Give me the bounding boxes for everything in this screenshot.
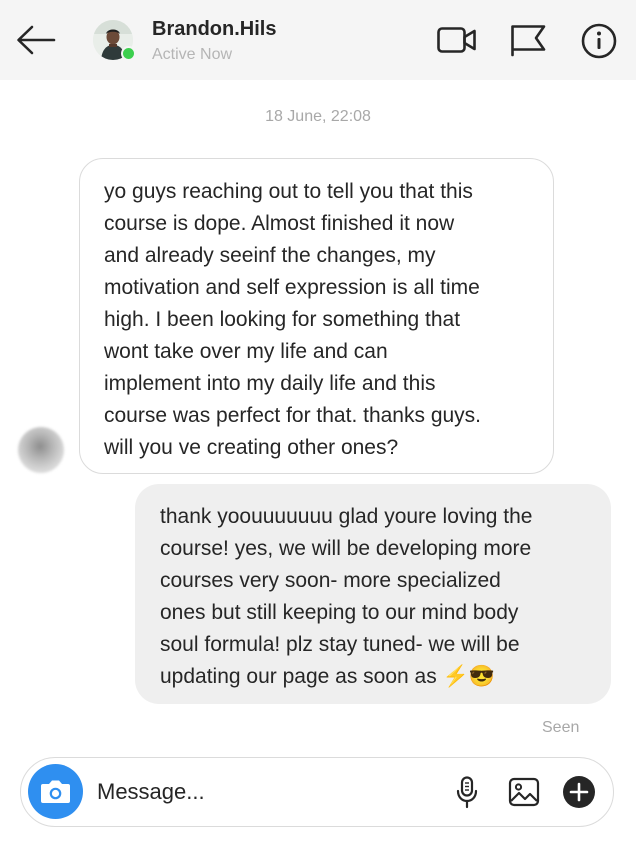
image-icon xyxy=(508,777,540,807)
contact-username[interactable]: Brandon.Hils xyxy=(152,18,276,41)
message-composer xyxy=(20,757,614,827)
back-button[interactable] xyxy=(14,22,58,58)
sender-avatar[interactable] xyxy=(18,427,64,473)
camera-icon xyxy=(41,780,70,803)
attach-image-button[interactable] xyxy=(506,774,542,810)
outgoing-message-text: thank yoouuuuuuu glad youre loving the c… xyxy=(160,505,533,688)
contact-avatar[interactable] xyxy=(93,20,136,61)
add-icon xyxy=(563,776,595,808)
microphone-icon xyxy=(456,776,478,809)
info-button[interactable] xyxy=(580,20,622,60)
seen-indicator: Seen xyxy=(542,719,580,736)
incoming-message-text: yo guys reaching out to tell you that th… xyxy=(104,180,482,459)
back-arrow-icon xyxy=(17,25,56,55)
camera-button[interactable] xyxy=(28,764,83,819)
report-button[interactable] xyxy=(508,20,550,60)
voice-message-button[interactable] xyxy=(449,774,485,810)
outgoing-message-bubble[interactable]: thank yoouuuuuuu glad youre loving the c… xyxy=(135,484,611,704)
incoming-message-bubble[interactable]: yo guys reaching out to tell you that th… xyxy=(79,158,554,474)
contact-active-status: Active Now xyxy=(152,46,233,63)
chat-header: Brandon.Hils Active Now xyxy=(0,0,636,80)
more-options-button[interactable] xyxy=(561,774,597,810)
flag-icon xyxy=(511,25,546,57)
conversation-timestamp: 18 June, 22:08 xyxy=(265,108,371,125)
video-call-icon xyxy=(437,27,476,53)
message-input[interactable] xyxy=(97,774,427,810)
video-call-button[interactable] xyxy=(436,20,478,60)
online-status-dot xyxy=(121,46,136,61)
info-icon xyxy=(581,23,617,59)
